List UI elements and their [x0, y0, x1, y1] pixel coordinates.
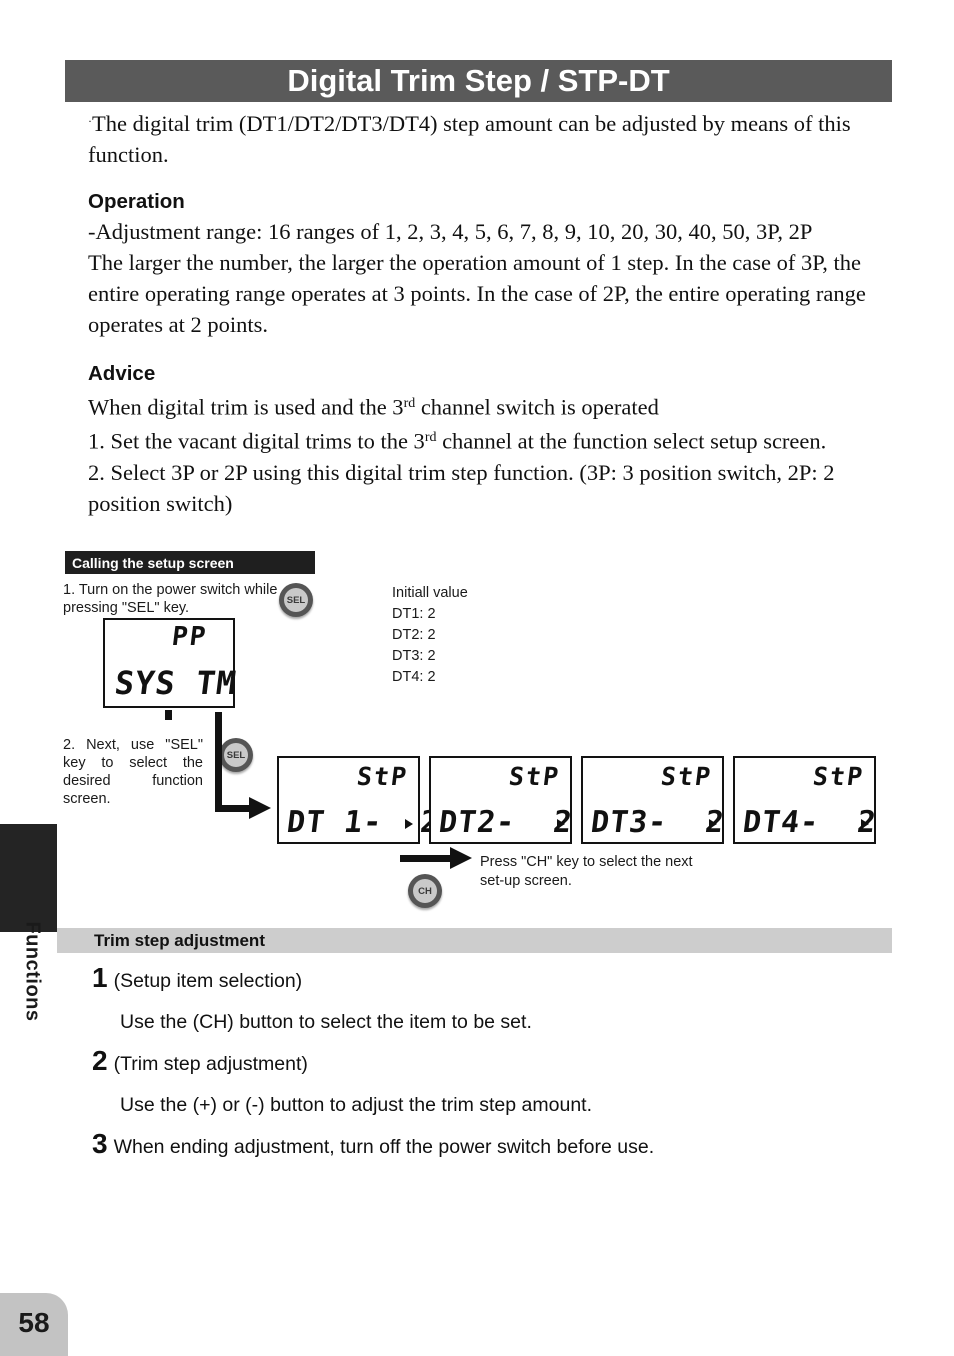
trim-step-adjustment-bar: Trim step adjustment: [86, 928, 892, 953]
calling-setup-bar-label: Calling the setup screen: [72, 554, 234, 571]
sel-key-label-1: SEL: [284, 588, 308, 612]
trim-step-instructions: 1 (Setup item selection) Use the (CH) bu…: [92, 958, 892, 1169]
lcd-screen-dt3: StP DT3- 2: [581, 756, 727, 844]
calling-step-1-text: 1. Turn on the power switch while pressi…: [63, 582, 278, 616]
page-title: Digital Trim Step / STP-DT: [287, 63, 670, 98]
lcd-dt1-top-text: StP: [355, 762, 410, 791]
initial-values-heading: Initiall value: [392, 585, 468, 601]
intro-text: The digital trim (DT1/DT2/DT3/DT4) step …: [88, 111, 851, 167]
step-detail: Use the (+) or (-) button to adjust the …: [120, 1094, 592, 1116]
advice-intro-post: channel switch is operated: [415, 394, 659, 420]
advice-item1-post: channel at the function select setup scr…: [436, 428, 827, 454]
operation-body: -Adjustment range: 16 ranges of 1, 2, 3,…: [88, 216, 888, 340]
instruction-step: 3 When ending adjustment, turn off the p…: [92, 1124, 892, 1167]
lcd-system-bottom-text: SYS TM: [112, 664, 239, 702]
ch-key-caption: Press "CH" key to select the next set-up…: [480, 854, 693, 889]
ch-connector-arrowhead: [450, 847, 472, 869]
page-number: 58: [18, 1306, 50, 1338]
calling-step-2-text: 2. Next, use "SEL" key to select the des…: [63, 737, 203, 807]
advice-heading: Advice: [88, 362, 156, 385]
step-number: 3: [92, 1128, 108, 1159]
lcd-dt3-top-text: StP: [659, 762, 714, 791]
elbow-connector-arrowhead: [249, 797, 271, 819]
advice-item-1: 1. Set the vacant digital trims to the 3…: [88, 422, 888, 456]
ch-key-label: CH: [413, 879, 437, 903]
operation-line-2: The larger the number, the larger the op…: [88, 250, 866, 337]
lcd-dt1-bottom-text: DT 1- 2: [284, 805, 442, 840]
advice-intro-line: When digital trim is used and the 3rd ch…: [88, 388, 888, 422]
elbow-connector-vertical: [215, 712, 222, 812]
step-label: (Trim step adjustment): [113, 1053, 308, 1075]
lcd-screen-system: PP SYS TM: [103, 618, 239, 708]
lcd-dt4-caret-icon: [861, 819, 869, 829]
calling-setup-bar: Calling the setup screen: [65, 551, 315, 574]
sel-key-button-2[interactable]: SEL: [219, 738, 253, 772]
lcd-screen-dt4: StP DT4- 2: [733, 756, 879, 844]
ch-connector-line: [400, 855, 452, 862]
lcd-dt3-bottom-text: DT3- 2: [588, 805, 727, 840]
advice-item1-pre: 1. Set the vacant digital trims to the 3: [88, 428, 425, 454]
elbow-connector-horizontal: [215, 805, 251, 812]
initial-value-row: DT2: 2: [392, 627, 436, 643]
lcd-dt3-caret-icon: [709, 819, 717, 829]
lcd-dt4-bottom-text: DT4- 2: [740, 805, 879, 840]
instruction-step: 2 (Trim step adjustment): [92, 1041, 892, 1084]
sel-key-button-1[interactable]: SEL: [279, 583, 313, 617]
initial-value-row: DT3: 2: [392, 648, 436, 664]
initial-value-row: DT4: 2: [392, 669, 436, 685]
advice-item-2: 2. Select 3P or 2P using this digital tr…: [88, 459, 835, 516]
intro-paragraph: ·The digital trim (DT1/DT2/DT3/DT4) step…: [88, 106, 878, 170]
ch-key-button[interactable]: CH: [408, 874, 442, 908]
step-label: (Setup item selection): [113, 970, 303, 992]
lcd-dt2-top-text: StP: [507, 762, 562, 791]
operation-heading: Operation: [88, 190, 185, 213]
lcd-screen-dt1: StP DT 1- 2: [277, 756, 442, 844]
page-number-box: 58: [0, 1293, 68, 1356]
operation-line-1: -Adjustment range: 16 ranges of 1, 2, 3,…: [88, 219, 813, 244]
initial-values-list: Initiall value DT1: 2 DT2: 2 DT3: 2 DT4:…: [392, 583, 468, 688]
step-label: When ending adjustment, turn off the pow…: [113, 1136, 655, 1158]
step-number: 2: [92, 1045, 108, 1076]
lcd-dt1-caret-icon: [405, 819, 413, 829]
instruction-step: 1 (Setup item selection): [92, 958, 892, 1001]
initial-value-row: DT1: 2: [392, 606, 436, 622]
lcd-dt2-bottom-text: DT2- 2: [436, 805, 575, 840]
trim-step-adjustment-label: Trim step adjustment: [94, 930, 265, 950]
advice-intro-pre: When digital trim is used and the 3: [88, 394, 404, 420]
lcd-screen-dt2: StP DT2- 2: [429, 756, 575, 844]
advice-body: When digital trim is used and the 3rd ch…: [88, 388, 888, 519]
sel-key-label-2: SEL: [224, 743, 248, 767]
lcd-connector-tick: [165, 710, 172, 720]
advice-item1-sup: rd: [424, 430, 437, 446]
operation-section: Operation -Adjustment range: 16 ranges o…: [88, 190, 888, 340]
trim-bar-left-stub: [57, 928, 86, 953]
page-title-bar: Digital Trim Step / STP-DT: [65, 60, 892, 102]
chapter-side-label: Functions: [21, 921, 44, 1022]
lcd-dt4-top-text: StP: [811, 762, 866, 791]
lcd-system-top-text: PP: [169, 622, 209, 652]
advice-intro-sup: rd: [403, 396, 416, 411]
step-detail: Use the (CH) button to select the item t…: [120, 1011, 532, 1033]
lcd-dt2-caret-icon: [557, 819, 565, 829]
advice-section: Advice When digital trim is used and the…: [88, 362, 888, 519]
step-number: 1: [92, 962, 108, 993]
